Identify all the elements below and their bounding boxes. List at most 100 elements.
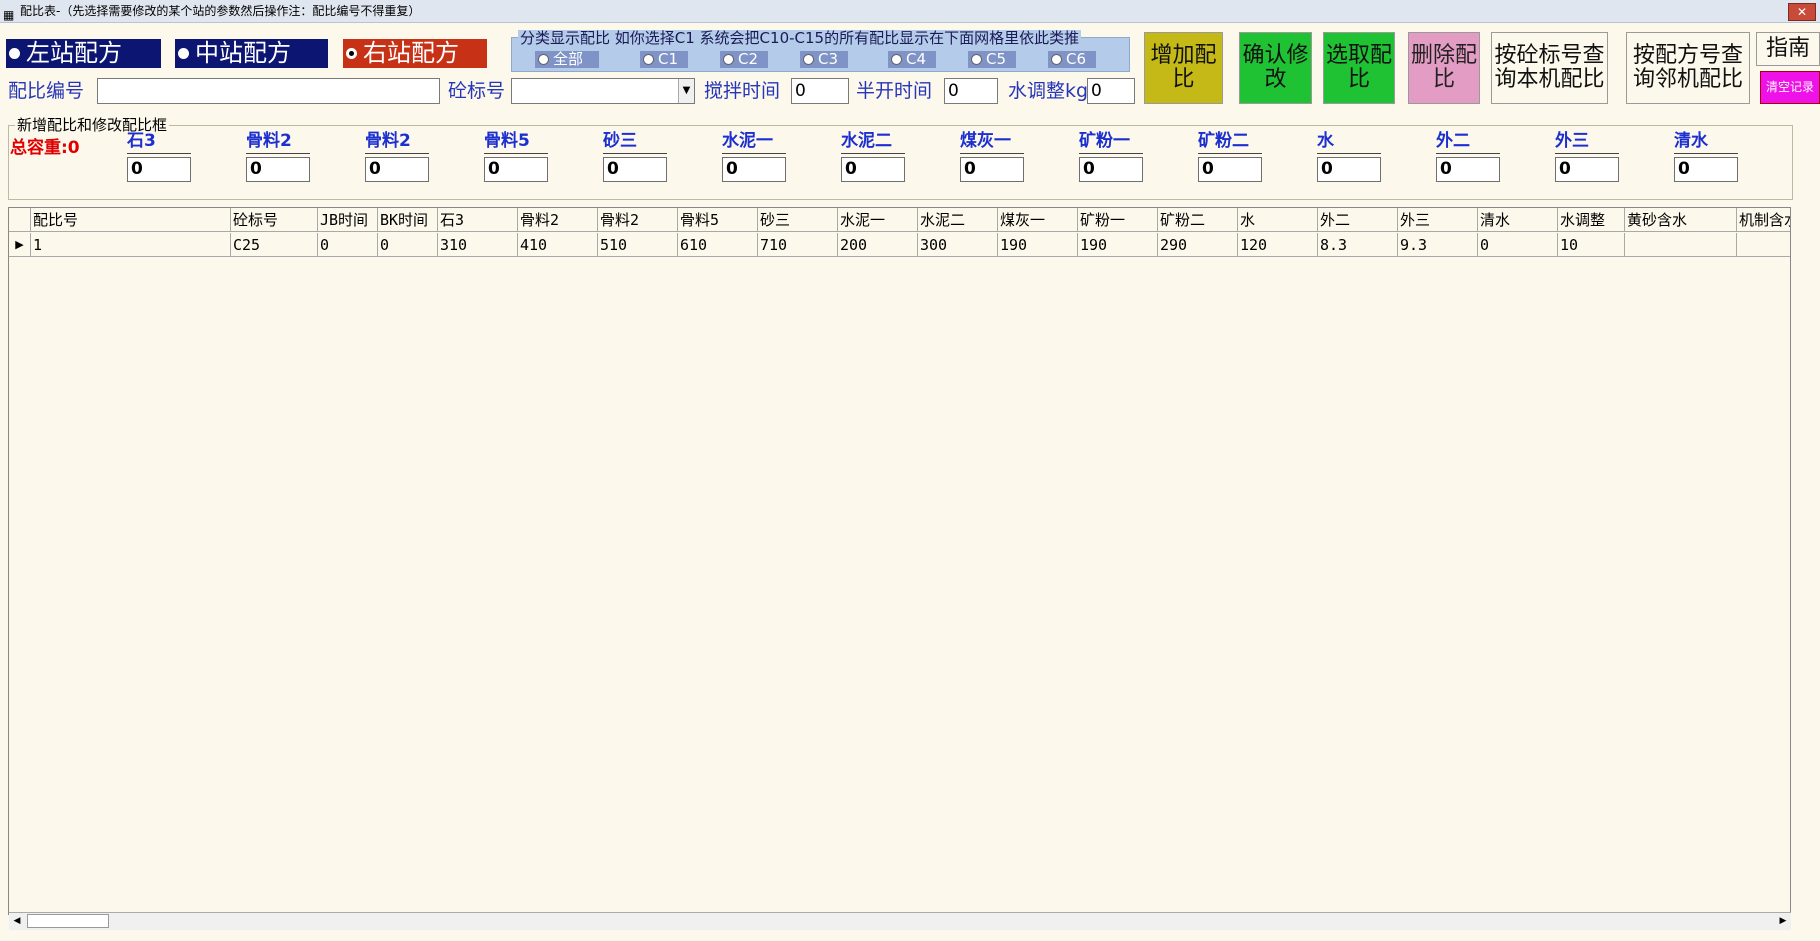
column-header[interactable]: 水泥一: [838, 208, 918, 232]
column-header[interactable]: JB时间: [318, 208, 378, 232]
radio-dot-icon: [346, 47, 357, 59]
window-title: 配比表-（先选择需要修改的某个站的参数然后操作注：配比编号不得重复）: [20, 4, 421, 18]
material-input[interactable]: 0: [1198, 157, 1262, 182]
table-cell[interactable]: [1625, 233, 1737, 257]
half-open-field[interactable]: 0: [944, 78, 998, 104]
table-cell[interactable]: 510: [598, 233, 678, 257]
mix-no-field[interactable]: [97, 78, 440, 104]
material-label: 外二: [1436, 130, 1500, 154]
column-header[interactable]: 水: [1238, 208, 1318, 232]
material-label: 水泥二: [841, 130, 905, 154]
table-cell[interactable]: 310: [438, 233, 518, 257]
material-input[interactable]: 0: [1555, 157, 1619, 182]
delete-mix-button[interactable]: 删除配比: [1408, 32, 1480, 104]
material-label: 水: [1317, 130, 1381, 154]
scrollbar-thumb[interactable]: [27, 914, 109, 928]
filter-option-all[interactable]: 全部: [535, 51, 599, 68]
material-input[interactable]: 0: [722, 157, 786, 182]
clear-records-button[interactable]: 清空记录: [1760, 71, 1820, 104]
query-neighbor-button[interactable]: 按配方号查询邻机配比: [1626, 32, 1750, 104]
filter-option-c4[interactable]: C4: [888, 51, 936, 68]
column-header[interactable]: 骨料2: [518, 208, 598, 232]
material-input[interactable]: 0: [1079, 157, 1143, 182]
filter-option-label: 全部: [553, 50, 584, 68]
column-header[interactable]: 配比号: [31, 208, 231, 232]
filter-option-label: C2: [738, 50, 759, 68]
column-header[interactable]: 砼标号: [231, 208, 318, 232]
column-header[interactable]: 水调整: [1558, 208, 1625, 232]
table-cell[interactable]: 190: [1078, 233, 1158, 257]
column-header[interactable]: BK时间: [378, 208, 438, 232]
chevron-down-icon[interactable]: ▼: [678, 79, 694, 103]
table-cell[interactable]: 410: [518, 233, 598, 257]
radio-left-station[interactable]: 左站配方: [6, 39, 161, 68]
radio-right-station[interactable]: 右站配方: [343, 39, 487, 68]
table-cell[interactable]: 120: [1238, 233, 1318, 257]
filter-legend: 分类显示配比 如你选择C1 系统会把C10-C15的所有配比显示在下面网格里依此…: [518, 29, 1082, 47]
app-icon: ▦: [3, 8, 15, 22]
mix-data-grid[interactable]: 配比号 砼标号 JB时间 BK时间 石3 骨料2 骨料2 骨料5 砂三 水泥一 …: [8, 207, 1791, 915]
close-button[interactable]: ✕: [1788, 3, 1816, 21]
table-cell[interactable]: 0: [1478, 233, 1558, 257]
filter-option-c5[interactable]: C5: [968, 51, 1016, 68]
mix-time-field[interactable]: 0: [791, 78, 849, 104]
filter-option-c6[interactable]: C6: [1048, 51, 1096, 68]
column-header[interactable]: 矿粉二: [1158, 208, 1238, 232]
table-cell[interactable]: 200: [838, 233, 918, 257]
scroll-right-icon[interactable]: ▶: [1775, 913, 1791, 929]
table-cell[interactable]: 9.3: [1398, 233, 1478, 257]
material-input[interactable]: 0: [1674, 157, 1738, 182]
add-mix-button[interactable]: 增加配比: [1144, 32, 1223, 104]
material-input[interactable]: 0: [1436, 157, 1500, 182]
query-local-button[interactable]: 按砼标号查询本机配比: [1491, 32, 1608, 104]
material-input[interactable]: 0: [127, 157, 191, 182]
filter-option-label: C4: [906, 50, 927, 68]
table-cell[interactable]: 0: [378, 233, 438, 257]
table-cell[interactable]: C25: [231, 233, 318, 257]
table-cell[interactable]: 710: [758, 233, 838, 257]
select-mix-button[interactable]: 选取配比: [1323, 32, 1395, 104]
mix-time-label: 搅拌时间: [704, 80, 781, 102]
column-header[interactable]: 矿粉一: [1078, 208, 1158, 232]
column-header[interactable]: 骨料5: [678, 208, 758, 232]
table-cell[interactable]: 610: [678, 233, 758, 257]
horizontal-scrollbar[interactable]: ◀ ▶: [9, 912, 1791, 930]
column-header[interactable]: 机制含水: [1737, 208, 1790, 232]
table-cell[interactable]: 300: [918, 233, 998, 257]
grade-select[interactable]: ▼: [511, 78, 695, 104]
water-adjust-field[interactable]: 0: [1087, 78, 1135, 104]
column-header[interactable]: 砂三: [758, 208, 838, 232]
column-header[interactable]: 外二: [1318, 208, 1398, 232]
column-header[interactable]: 黄砂含水: [1625, 208, 1737, 232]
material-input[interactable]: 0: [365, 157, 429, 182]
table-cell[interactable]: 8.3: [1318, 233, 1398, 257]
table-cell[interactable]: 1: [31, 233, 231, 257]
filter-option-c1[interactable]: C1: [640, 51, 688, 68]
water-adjust-label: 水调整kg: [1008, 80, 1089, 102]
material-input[interactable]: 0: [960, 157, 1024, 182]
table-cell[interactable]: 190: [998, 233, 1078, 257]
material-input[interactable]: 0: [603, 157, 667, 182]
column-header[interactable]: 煤灰一: [998, 208, 1078, 232]
column-header[interactable]: 石3: [438, 208, 518, 232]
material-input[interactable]: 0: [484, 157, 548, 182]
filter-option-c2[interactable]: C2: [720, 51, 768, 68]
scroll-left-icon[interactable]: ◀: [9, 913, 25, 929]
column-header[interactable]: 水泥二: [918, 208, 998, 232]
material-input[interactable]: 0: [1317, 157, 1381, 182]
material-input[interactable]: 0: [841, 157, 905, 182]
material-input[interactable]: 0: [246, 157, 310, 182]
radio-middle-station[interactable]: 中站配方: [175, 39, 328, 68]
table-cell[interactable]: 10: [1558, 233, 1625, 257]
confirm-edit-button[interactable]: 确认修改: [1239, 32, 1312, 104]
column-header[interactable]: 骨料2: [598, 208, 678, 232]
column-header[interactable]: 外三: [1398, 208, 1478, 232]
table-cell[interactable]: 0: [318, 233, 378, 257]
column-header[interactable]: 清水: [1478, 208, 1558, 232]
table-cell[interactable]: 290: [1158, 233, 1238, 257]
filter-option-c3[interactable]: C3: [800, 51, 848, 68]
table-cell[interactable]: [1737, 233, 1790, 257]
half-open-label: 半开时间: [856, 80, 933, 102]
guide-button[interactable]: 指南: [1756, 32, 1820, 66]
radio-dot-icon: [723, 53, 734, 65]
